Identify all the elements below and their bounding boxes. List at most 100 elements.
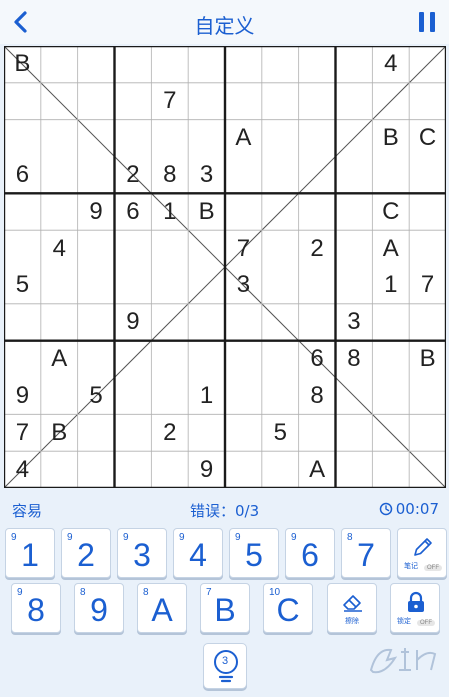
board-cell[interactable] [41, 267, 78, 304]
board-cell[interactable] [262, 230, 299, 267]
board-cell[interactable] [262, 378, 299, 415]
board-cell[interactable] [262, 120, 299, 157]
board-cell[interactable] [372, 451, 409, 488]
board-cell[interactable] [151, 341, 188, 378]
board-cell[interactable] [262, 451, 299, 488]
notes-button[interactable]: 笔记 OFF [397, 528, 447, 578]
board-cell[interactable] [372, 157, 409, 194]
board-cell[interactable]: 1 [372, 267, 409, 304]
board-cell[interactable] [188, 414, 225, 451]
board-cell[interactable] [78, 83, 115, 120]
board-cell[interactable] [336, 267, 373, 304]
board-cell[interactable] [115, 267, 152, 304]
number-key-9[interactable]: 89 [74, 583, 124, 633]
board-cell[interactable]: 8 [299, 378, 336, 415]
board-cell[interactable] [115, 46, 152, 83]
board-cell[interactable] [299, 267, 336, 304]
board-cell[interactable] [409, 83, 446, 120]
board-cell[interactable] [409, 230, 446, 267]
board-cell[interactable] [409, 451, 446, 488]
board-cell[interactable]: 2 [151, 414, 188, 451]
board-cell[interactable]: 9 [115, 304, 152, 341]
board-cell[interactable]: B [188, 193, 225, 230]
board-cell[interactable] [115, 451, 152, 488]
board-cell[interactable]: 9 [188, 451, 225, 488]
board-cell[interactable] [115, 83, 152, 120]
board-cell[interactable] [336, 193, 373, 230]
board-cell[interactable] [336, 83, 373, 120]
board-cell[interactable]: 4 [4, 451, 41, 488]
board-cell[interactable] [372, 83, 409, 120]
board-cell[interactable] [299, 46, 336, 83]
pause-button[interactable] [413, 8, 441, 36]
board-cell[interactable] [115, 341, 152, 378]
board-cell[interactable] [409, 157, 446, 194]
board-cell[interactable] [225, 341, 262, 378]
board-cell[interactable] [336, 230, 373, 267]
board-cell[interactable] [115, 120, 152, 157]
board-cell[interactable] [4, 341, 41, 378]
board-cell[interactable]: 6 [4, 157, 41, 194]
board-cell[interactable]: 1 [151, 193, 188, 230]
board-cell[interactable] [409, 193, 446, 230]
board-cell[interactable] [225, 157, 262, 194]
board-cell[interactable]: B [4, 46, 41, 83]
board-cell[interactable]: 7 [4, 414, 41, 451]
board-cell[interactable]: A [372, 230, 409, 267]
board-cell[interactable] [78, 230, 115, 267]
board-cell[interactable] [409, 414, 446, 451]
board-cell[interactable] [409, 304, 446, 341]
board-cell[interactable]: 3 [188, 157, 225, 194]
board-cell[interactable] [262, 267, 299, 304]
board-cell[interactable] [151, 451, 188, 488]
board-cell[interactable]: A [225, 120, 262, 157]
board-cell[interactable] [372, 304, 409, 341]
board-cell[interactable] [299, 120, 336, 157]
board-cell[interactable]: 7 [225, 230, 262, 267]
board-cell[interactable] [225, 378, 262, 415]
board-cell[interactable]: B [409, 341, 446, 378]
board-cell[interactable] [4, 304, 41, 341]
hint-button[interactable]: 3 [203, 643, 247, 689]
board-cell[interactable] [78, 267, 115, 304]
board-cell[interactable]: 4 [41, 230, 78, 267]
board-cell[interactable]: 6 [115, 193, 152, 230]
board-cell[interactable] [188, 120, 225, 157]
number-key-A[interactable]: 8A [137, 583, 187, 633]
board-cell[interactable] [409, 46, 446, 83]
board-cell[interactable] [262, 46, 299, 83]
number-key-6[interactable]: 96 [285, 528, 335, 578]
board-cell[interactable] [78, 414, 115, 451]
number-key-7[interactable]: 87 [341, 528, 391, 578]
board-cell[interactable] [78, 451, 115, 488]
board-cell[interactable] [336, 378, 373, 415]
board-cell[interactable] [78, 157, 115, 194]
board-cell[interactable] [336, 451, 373, 488]
board-cell[interactable] [188, 83, 225, 120]
board-cell[interactable] [78, 304, 115, 341]
board-cell[interactable] [225, 83, 262, 120]
board-cell[interactable] [262, 341, 299, 378]
board-cell[interactable] [299, 83, 336, 120]
board-cell[interactable] [41, 83, 78, 120]
board-cell[interactable] [188, 304, 225, 341]
board-cell[interactable] [78, 341, 115, 378]
board-cell[interactable] [4, 120, 41, 157]
board-cell[interactable]: 8 [336, 341, 373, 378]
board-cell[interactable]: 9 [78, 193, 115, 230]
board-cell[interactable]: B [372, 120, 409, 157]
board-cell[interactable] [188, 341, 225, 378]
board-cell[interactable] [41, 120, 78, 157]
number-key-C[interactable]: 10 C [263, 583, 313, 633]
board-cell[interactable] [372, 414, 409, 451]
board-cell[interactable] [262, 193, 299, 230]
board-cell[interactable] [4, 230, 41, 267]
board-cell[interactable] [115, 378, 152, 415]
board-cell[interactable]: 2 [115, 157, 152, 194]
board-cell[interactable] [151, 304, 188, 341]
board-cell[interactable]: 1 [188, 378, 225, 415]
board-cell[interactable] [372, 378, 409, 415]
board-cell[interactable] [78, 46, 115, 83]
number-key-1[interactable]: 91 [5, 528, 55, 578]
board-cell[interactable]: 7 [151, 83, 188, 120]
